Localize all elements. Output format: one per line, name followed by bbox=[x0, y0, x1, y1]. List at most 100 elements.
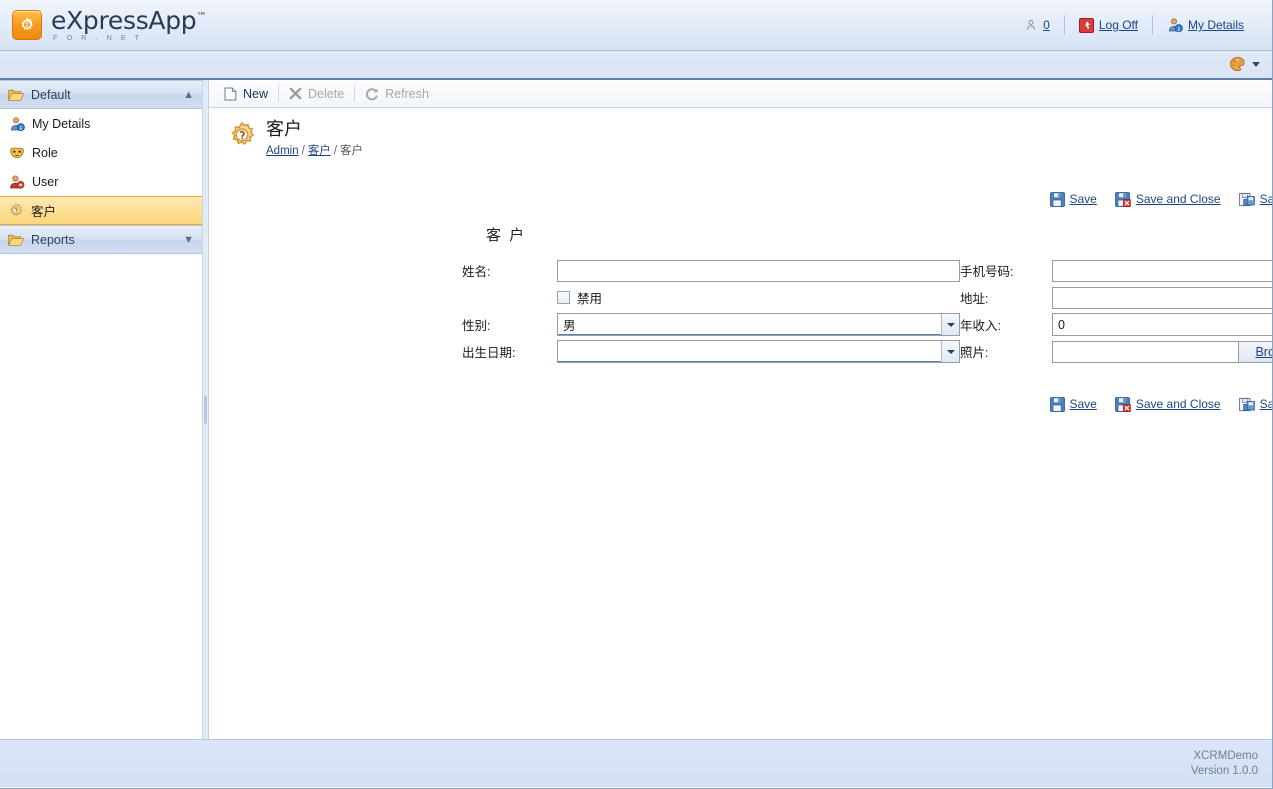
photo-browse-button[interactable]: Browse... bbox=[1238, 340, 1272, 363]
app-logo: eXpressApp™ F O R . N E T bbox=[12, 8, 206, 42]
disabled-checkbox-row[interactable]: 禁用 bbox=[557, 284, 602, 311]
theme-selector-button[interactable] bbox=[1229, 56, 1260, 73]
palette-icon bbox=[1230, 56, 1245, 72]
breadcrumb-link-customer[interactable]: 客户 bbox=[308, 145, 331, 157]
name-input[interactable] bbox=[557, 259, 960, 282]
detail-form: 客 户 姓名: 手机号码: 禁用 地址: 性别: 男 年收入: 0 出生日期: … bbox=[209, 210, 1272, 415]
sidebar-group-reports[interactable]: Reports ▼ bbox=[0, 225, 202, 254]
sidebar-item-customer[interactable]: 客户 bbox=[0, 196, 202, 225]
sidebar-group-default[interactable]: Default ▲ bbox=[0, 80, 202, 109]
address-field-cell bbox=[1052, 284, 1272, 311]
form-caption: 客 户 bbox=[486, 227, 527, 244]
breadcrumb-current: 客户 bbox=[340, 145, 364, 157]
phone-field-cell bbox=[1052, 257, 1272, 284]
toolbar-separator bbox=[354, 85, 356, 102]
header-link-my-details-label: My Details bbox=[1187, 18, 1244, 32]
sidebar-item-user[interactable]: User bbox=[0, 167, 202, 196]
logo-title-text: eXpressApp bbox=[51, 6, 197, 36]
save-close-icon bbox=[1114, 396, 1131, 412]
breadcrumb-separator: / bbox=[333, 145, 338, 157]
logo-badge-icon bbox=[12, 10, 42, 40]
sidebar-item-customer-label: 客户 bbox=[31, 205, 57, 219]
logo-text: eXpressApp™ F O R . N E T bbox=[51, 8, 206, 42]
delete-button[interactable]: Delete bbox=[280, 83, 353, 105]
photo-file-input: Browse... bbox=[1052, 340, 1272, 363]
header-link-my-details[interactable]: My Details bbox=[1153, 14, 1258, 36]
new-button[interactable]: New bbox=[215, 83, 277, 105]
save-and-close-action-top-label: Save and Close bbox=[1135, 192, 1221, 206]
save-new-icon bbox=[1238, 192, 1255, 206]
logo-trademark: ™ bbox=[196, 11, 207, 23]
refresh-button[interactable]: Refresh bbox=[356, 83, 438, 105]
breadcrumb: Admin / 客户 / 客户 bbox=[266, 142, 363, 158]
address-input[interactable] bbox=[1052, 286, 1272, 309]
birthday-datepicker-button[interactable] bbox=[941, 341, 959, 362]
save-and-new-action-top[interactable]: Save and New bbox=[1230, 192, 1273, 207]
phone-label: 手机号码: bbox=[960, 265, 1014, 279]
save-and-close-action-bottom[interactable]: Save and Close bbox=[1106, 396, 1230, 412]
disabled-checkbox[interactable] bbox=[557, 291, 570, 304]
header-link-logoff[interactable]: Log Off bbox=[1065, 14, 1152, 36]
phone-input[interactable] bbox=[1052, 259, 1272, 282]
header-link-logoff-label: Log Off bbox=[1098, 18, 1138, 32]
sidebar-group-default-label: Default bbox=[31, 87, 71, 102]
breadcrumb-separator: / bbox=[301, 145, 305, 157]
bottom-actions-row: Save Save and Close Sa bbox=[209, 393, 1272, 415]
save-and-close-action-bottom-label: Save and Close bbox=[1135, 397, 1221, 411]
chevron-down-icon bbox=[946, 349, 955, 354]
header-links: 0 Log Off My Details bbox=[1010, 14, 1258, 36]
chevron-down-icon bbox=[1252, 62, 1260, 67]
photo-browse-button-label: Browse... bbox=[1255, 344, 1272, 359]
splitter-grip bbox=[204, 395, 207, 424]
photo-field-cell: Browse... bbox=[1052, 338, 1272, 365]
photo-file-path[interactable] bbox=[1052, 340, 1238, 363]
delete-button-label: Delete bbox=[308, 86, 345, 101]
app-header: eXpressApp™ F O R . N E T 0 Log Off My D… bbox=[0, 0, 1272, 51]
header-link-notifications[interactable]: 0 bbox=[1010, 14, 1064, 36]
user-info-icon bbox=[10, 116, 25, 131]
mask-icon bbox=[10, 147, 24, 158]
user-red-icon bbox=[10, 174, 25, 189]
app-footer: XCRMDemo Version 1.0.0 bbox=[0, 739, 1272, 787]
toolbar-separator bbox=[278, 85, 280, 102]
birthday-datepicker[interactable] bbox=[557, 340, 960, 363]
logoff-icon bbox=[1078, 17, 1094, 33]
refresh-icon bbox=[366, 87, 378, 100]
save-action-bottom[interactable]: Save bbox=[1041, 396, 1106, 412]
gear-question-icon bbox=[231, 121, 255, 145]
page-title: 客户 bbox=[266, 119, 302, 139]
name-label: 姓名: bbox=[462, 265, 491, 279]
main-body: Default ▲ My Details Role User 客户 Report… bbox=[0, 80, 1272, 739]
save-and-new-action-top-label: Save and New bbox=[1259, 192, 1273, 206]
sidebar-item-my-details[interactable]: My Details bbox=[0, 109, 202, 138]
sidebar-group-reports-label: Reports bbox=[31, 232, 75, 247]
sidebar-item-my-details-label: My Details bbox=[32, 116, 91, 131]
income-label: 年收入: bbox=[960, 319, 1001, 333]
income-spinner-value: 0 bbox=[1058, 317, 1065, 332]
sidebar-item-role[interactable]: Role bbox=[0, 138, 202, 167]
save-and-close-action-top[interactable]: Save and Close bbox=[1106, 191, 1230, 207]
save-action-top[interactable]: Save bbox=[1041, 191, 1106, 207]
content-toolbar: New Delete Refresh bbox=[209, 80, 1272, 108]
chevron-down-icon: ▼ bbox=[183, 233, 194, 246]
page-header: 客户 Admin / 客户 / 客户 bbox=[209, 108, 1272, 188]
refresh-button-label: Refresh bbox=[385, 86, 429, 101]
income-spinner[interactable]: 0 bbox=[1052, 313, 1272, 336]
birthday-field-cell bbox=[557, 338, 960, 365]
sub-header-bar bbox=[0, 51, 1272, 80]
breadcrumb-link-admin[interactable]: Admin bbox=[266, 145, 299, 157]
save-close-icon bbox=[1114, 191, 1131, 207]
user-outline-icon bbox=[1027, 19, 1036, 30]
birthday-datepicker-value bbox=[558, 341, 941, 362]
disabled-checkbox-label: 禁用 bbox=[577, 292, 603, 306]
sidebar-navigation: Default ▲ My Details Role User 客户 Report… bbox=[0, 80, 203, 739]
footer-version: Version 1.0.0 bbox=[1190, 764, 1258, 777]
folder-open-icon bbox=[8, 89, 24, 101]
save-icon bbox=[1049, 396, 1065, 412]
gender-field-cell: 男 bbox=[557, 311, 960, 338]
header-link-notifications-label: 0 bbox=[1043, 18, 1050, 32]
gender-dropdown-button[interactable] bbox=[941, 314, 959, 335]
chevron-up-icon: ▲ bbox=[183, 88, 194, 101]
save-and-new-action-bottom[interactable]: Save and New bbox=[1230, 397, 1272, 412]
gender-dropdown[interactable]: 男 bbox=[557, 313, 960, 336]
